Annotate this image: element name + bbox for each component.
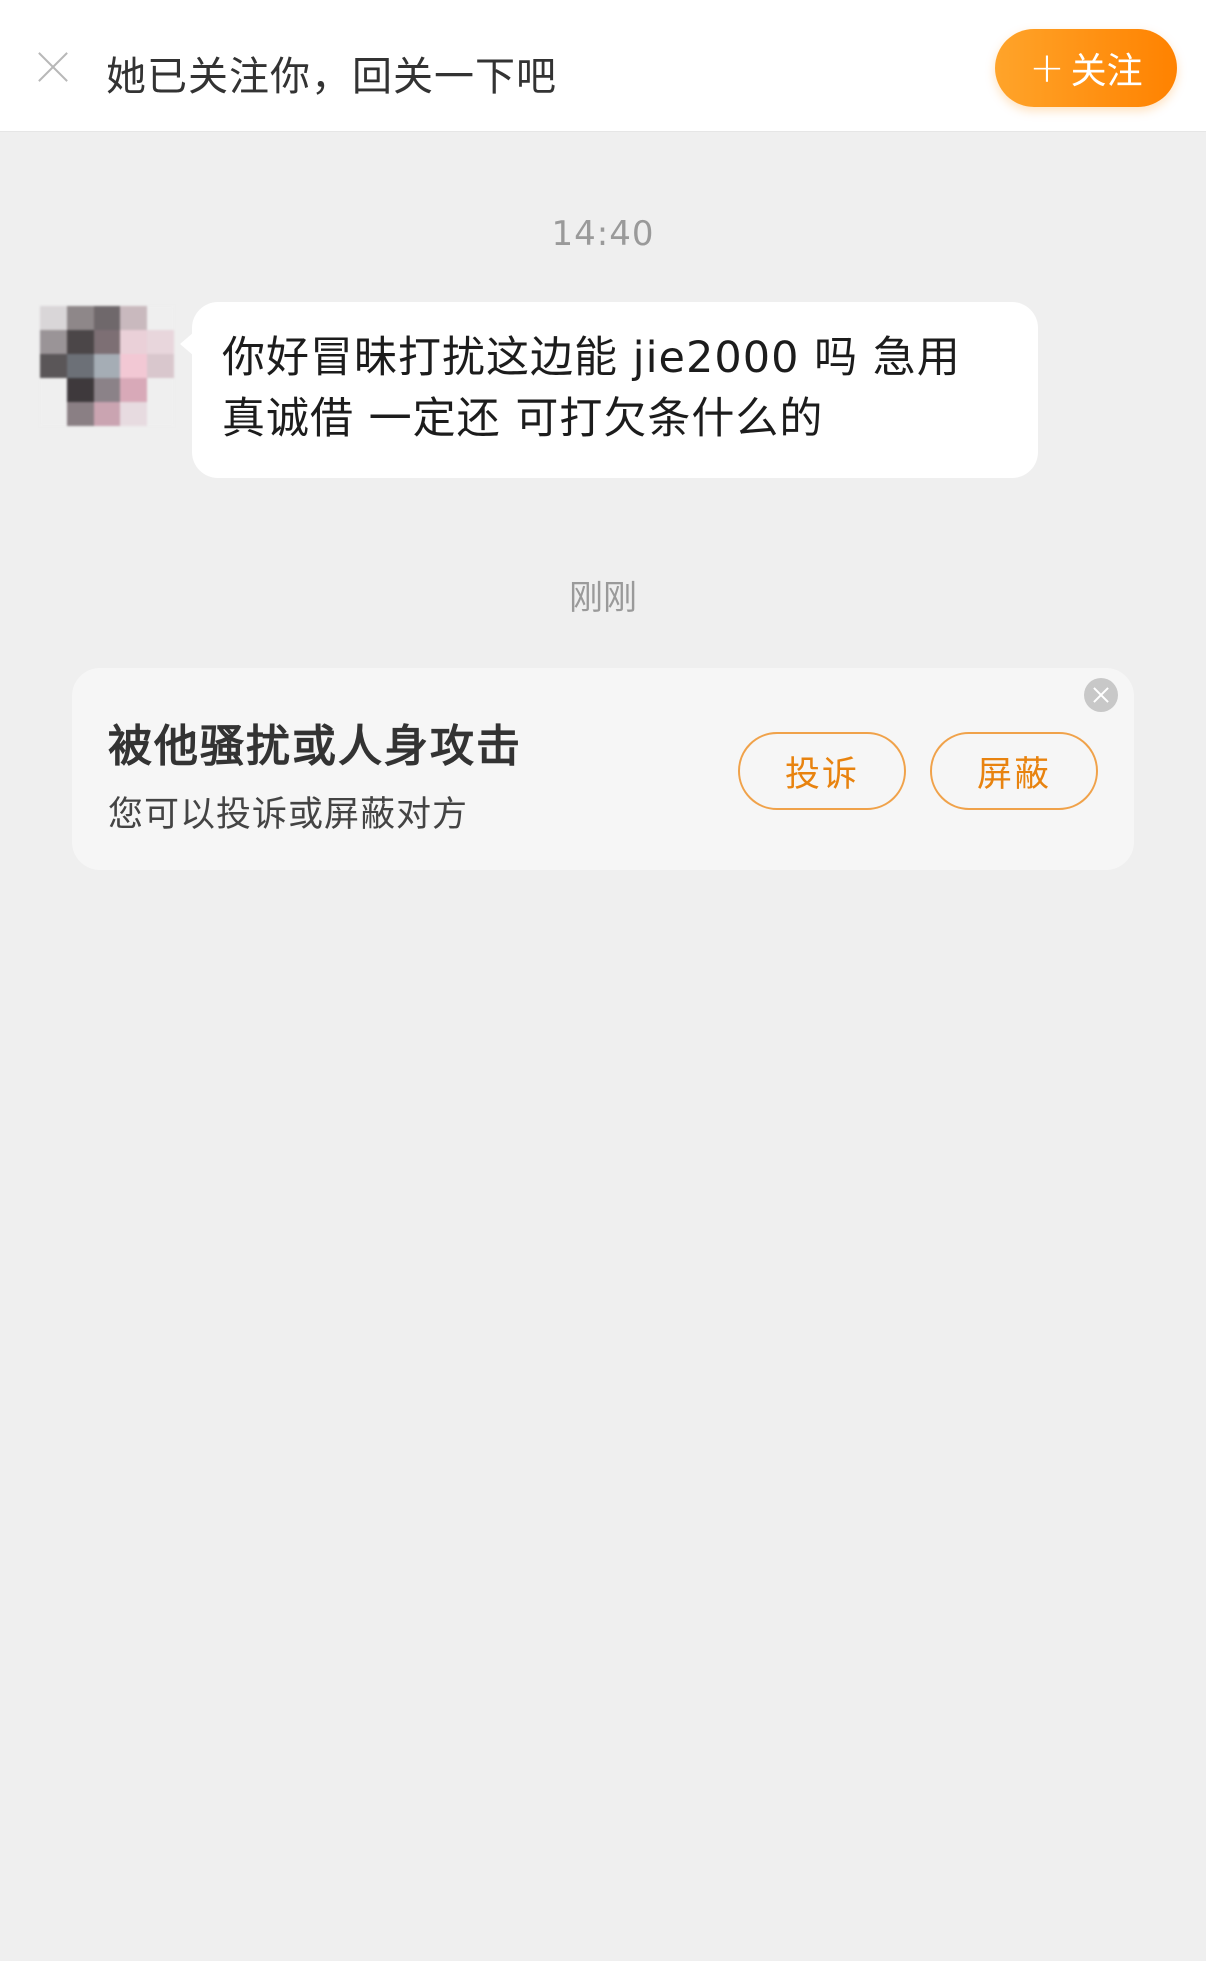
close-icon[interactable]	[36, 50, 70, 84]
message-bubble[interactable]: 你好冒昧打扰这边能 jie2000 吗 急用 真诚借 一定还 可打欠条什么的	[180, 302, 1038, 478]
block-button[interactable]: 屏蔽	[930, 732, 1098, 810]
follow-button[interactable]: + 关注	[995, 29, 1177, 107]
avatar[interactable]	[40, 306, 174, 426]
message-text-line-1: 你好冒昧打扰这边能 jie2000 吗 急用	[222, 333, 961, 383]
harassment-safety-card: 被他骚扰或人身攻击 您可以投诉或屏蔽对方 投诉 屏蔽	[72, 668, 1134, 870]
plus-icon: +	[1029, 43, 1065, 92]
safety-card-title: 被他骚扰或人身攻击	[108, 721, 522, 772]
close-card-icon[interactable]	[1084, 678, 1118, 712]
follow-back-banner: 她已关注你，回关一下吧 + 关注	[0, 0, 1206, 132]
message-timestamp-recent: 刚刚	[569, 578, 637, 618]
safety-card-subtitle: 您可以投诉或屏蔽对方	[108, 795, 469, 835]
message-text-line-2: 真诚借 一定还 可打欠条什么的	[222, 394, 824, 444]
message-timestamp: 14:40	[551, 214, 655, 254]
follow-back-notice: 她已关注你，回关一下吧	[106, 54, 557, 100]
report-button[interactable]: 投诉	[738, 732, 906, 810]
follow-button-label: 关注	[1070, 51, 1143, 92]
